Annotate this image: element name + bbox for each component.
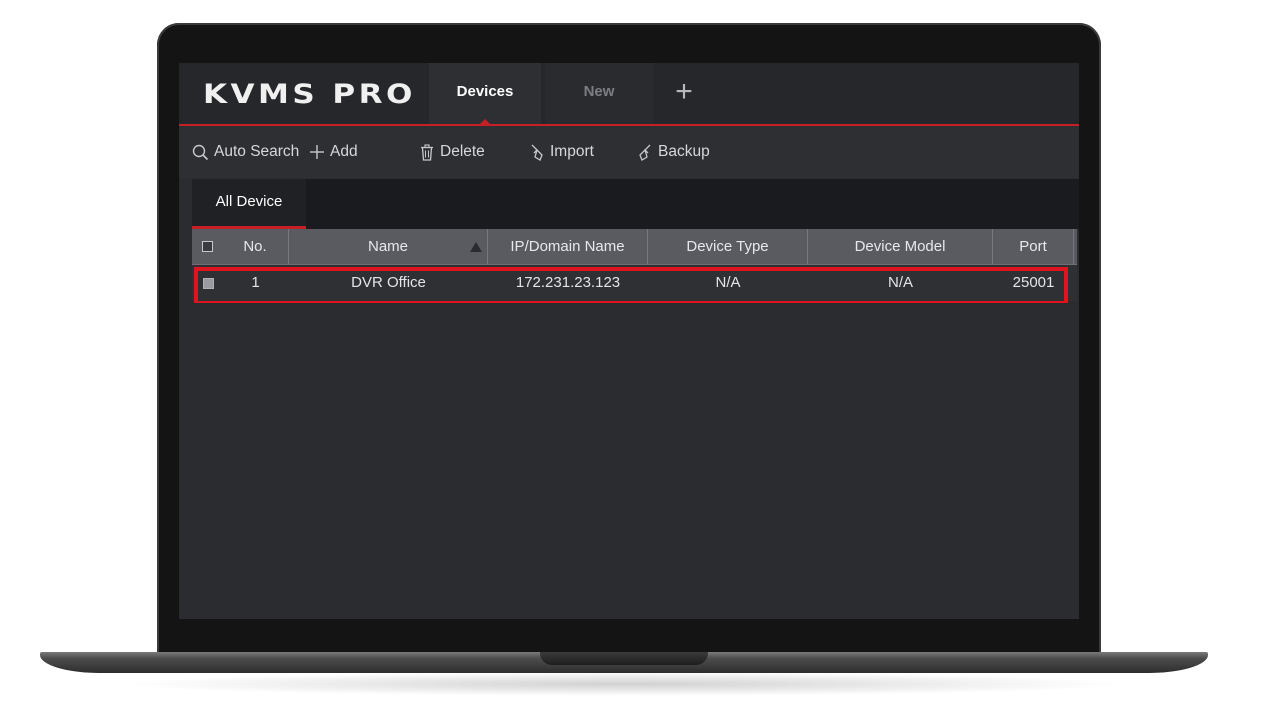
add-button[interactable]: Add	[309, 142, 358, 162]
table-row[interactable]: 1 DVR Office 172.231.23.123 N/A N/A 2500…	[192, 265, 1077, 301]
cell-device-model: N/A	[887, 274, 913, 291]
select-all-cell	[192, 229, 222, 264]
sort-ascending-icon	[470, 242, 482, 252]
auto-search-button[interactable]: Auto Search	[192, 142, 299, 162]
import-label: Import	[550, 143, 594, 160]
tab-new[interactable]: New	[545, 63, 653, 124]
tab-devices-label: Devices	[456, 83, 514, 100]
column-header-device-model[interactable]: Device Model	[808, 229, 993, 264]
backup-label: Backup	[658, 143, 710, 160]
import-button[interactable]: Import	[529, 142, 594, 162]
cell-name: DVR Office	[351, 274, 426, 291]
column-header-port[interactable]: Port	[993, 229, 1074, 264]
tab-all-device[interactable]: All Device	[192, 179, 306, 229]
column-header-ip[interactable]: IP/Domain Name	[488, 229, 648, 264]
app-window: KVMS PRO Devices New + Auto Search Add D…	[179, 63, 1079, 619]
trash-icon	[421, 143, 433, 161]
search-icon	[192, 144, 209, 160]
laptop-shadow	[120, 672, 1130, 696]
add-tab-button[interactable]: +	[669, 77, 699, 107]
plus-icon	[310, 145, 324, 159]
delete-button[interactable]: Delete	[419, 142, 485, 162]
tab-devices[interactable]: Devices	[429, 63, 541, 124]
select-all-checkbox[interactable]	[202, 241, 213, 252]
column-header-name-label: Name	[367, 238, 408, 255]
device-group-tabs: All Device	[192, 179, 1079, 229]
backup-button[interactable]: Backup	[637, 142, 710, 162]
cell-no: 1	[251, 274, 260, 291]
backup-icon	[639, 144, 651, 161]
delete-label: Delete	[440, 143, 485, 160]
toolbar: Auto Search Add Delete Import Backup	[179, 126, 1079, 178]
add-label: Add	[330, 143, 358, 160]
cell-device-type: N/A	[715, 274, 741, 291]
row-checkbox[interactable]	[203, 278, 214, 289]
title-bar: KVMS PRO Devices New +	[179, 63, 1079, 124]
table-empty-area	[192, 303, 1077, 619]
app-logo: KVMS PRO	[203, 79, 416, 110]
cell-port: 25001	[1012, 274, 1055, 291]
tab-new-label: New	[583, 83, 615, 100]
import-icon	[531, 144, 543, 161]
column-header-no[interactable]: No.	[222, 229, 289, 264]
table-header: No. Name IP/Domain Name Device Type Devi…	[192, 229, 1077, 265]
auto-search-label: Auto Search	[214, 143, 300, 160]
cell-ip: 172.231.23.123	[515, 274, 621, 291]
tab-all-device-label: All Device	[215, 193, 283, 210]
column-header-device-type[interactable]: Device Type	[648, 229, 808, 264]
laptop-notch	[540, 652, 708, 665]
column-header-name[interactable]: Name	[289, 229, 488, 264]
